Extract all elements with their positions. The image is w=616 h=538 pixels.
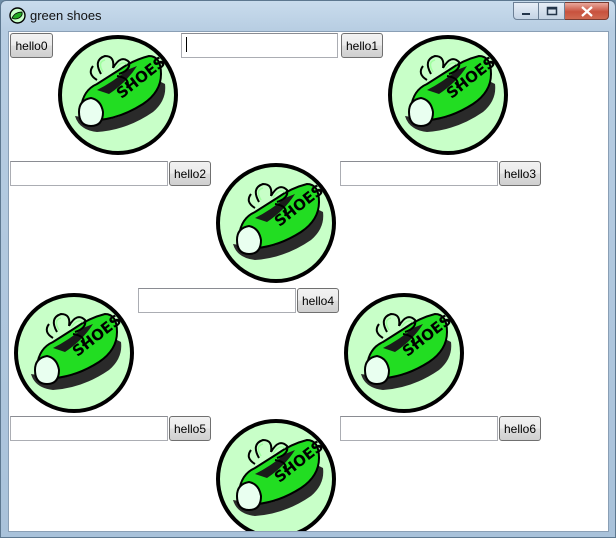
- edit-line-2[interactable]: [10, 161, 168, 186]
- shoe-app-icon: [9, 7, 26, 24]
- text-caret: [186, 37, 187, 52]
- edit-line-4[interactable]: [138, 288, 296, 313]
- close-button[interactable]: [565, 2, 609, 20]
- maximize-button[interactable]: [539, 2, 565, 20]
- shoes-image: [216, 419, 336, 531]
- hello5-button[interactable]: hello5: [169, 416, 211, 441]
- app-window: green shoes hello0 hello1 hello2 hello3 …: [0, 0, 616, 538]
- hello1-button[interactable]: hello1: [341, 33, 383, 58]
- edit-line-3[interactable]: [340, 161, 498, 186]
- edit-line-1[interactable]: [181, 33, 338, 58]
- hello4-button[interactable]: hello4: [297, 288, 339, 313]
- client-area: hello0 hello1 hello2 hello3 hello4 hello…: [8, 31, 609, 532]
- edit-line-6[interactable]: [340, 416, 498, 441]
- shoes-image: [388, 35, 508, 155]
- close-icon: [580, 5, 593, 17]
- title-bar[interactable]: green shoes: [1, 1, 615, 31]
- hello0-button[interactable]: hello0: [10, 33, 53, 58]
- shoes-image: [58, 35, 178, 155]
- hello6-button[interactable]: hello6: [499, 416, 541, 441]
- shoes-image: [216, 163, 336, 283]
- edit-line-5[interactable]: [10, 416, 168, 441]
- shoes-image: [14, 293, 134, 413]
- window-title: green shoes: [30, 8, 102, 23]
- window-controls: [513, 2, 609, 20]
- minimize-icon: [522, 13, 530, 15]
- maximize-icon: [546, 6, 557, 16]
- minimize-button[interactable]: [513, 2, 539, 20]
- shoes-image: [344, 293, 464, 413]
- hello2-button[interactable]: hello2: [169, 161, 211, 186]
- hello3-button[interactable]: hello3: [499, 161, 541, 186]
